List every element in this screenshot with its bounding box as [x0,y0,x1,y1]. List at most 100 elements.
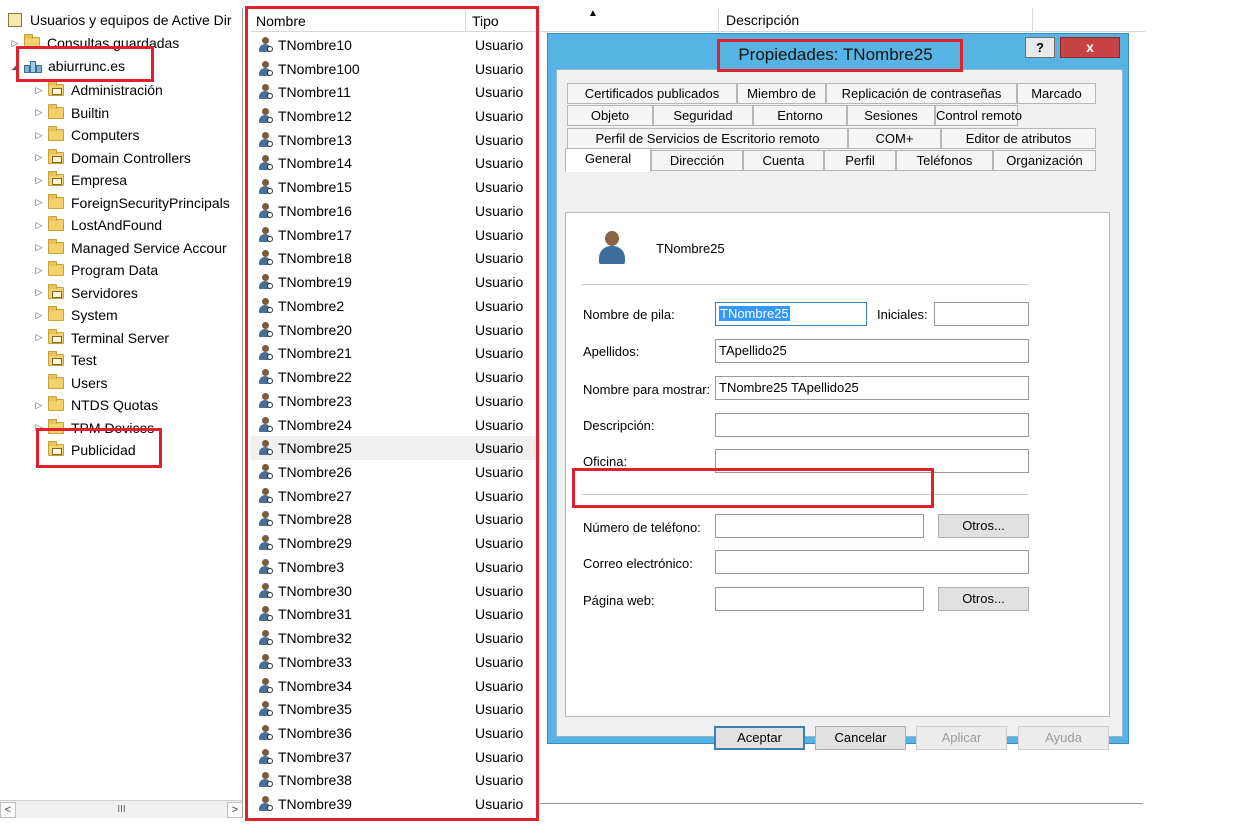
list-item[interactable]: TNombre17 Usuario [250,223,540,247]
tree-horizontal-scrollbar[interactable]: < III > [0,800,242,818]
list-item[interactable]: TNombre22 Usuario [250,365,540,389]
tab-cuenta[interactable]: Cuenta [743,150,824,171]
list-item[interactable]: TNombre29 Usuario [250,531,540,555]
tree-item-builtin[interactable]: ▷ Builtin [34,103,109,123]
list-item[interactable]: TNombre31 Usuario [250,603,540,627]
tree-item-administraci-n[interactable]: ▷ Administración [34,80,163,100]
tree-item-foreignsecurityprincipals[interactable]: ▷ ForeignSecurityPrincipals [34,193,230,213]
tab-replicacion-de-contrasenas[interactable]: Replicación de contraseñas [826,83,1017,104]
tab-com[interactable]: COM+ [848,128,941,149]
tab-control-remoto[interactable]: Control remoto [935,105,1022,126]
tree-item-program-data[interactable]: ▷ Program Data [34,260,158,280]
display-name-field[interactable]: TNombre25 TApellido25 [715,376,1029,400]
tree-item-tpm-devices[interactable]: ▷ TPM Devices [34,418,154,438]
tree-item-computers[interactable]: ▷ Computers [34,125,139,145]
expand-arrow-icon[interactable]: ▷ [34,310,44,321]
list-item[interactable]: TNombre10 Usuario [250,33,540,57]
list-item[interactable]: TNombre12 Usuario [250,104,540,128]
description-field[interactable] [715,413,1029,437]
list-item[interactable]: TNombre15 Usuario [250,175,540,199]
tree-item-empresa[interactable]: ▷ Empresa [34,170,127,190]
expand-arrow-icon[interactable]: ▷ [34,85,44,96]
list-item[interactable]: TNombre30 Usuario [250,579,540,603]
scroll-left-icon[interactable]: < [0,801,16,818]
tab-perfil-de-servicios-de-escritorio-remoto[interactable]: Perfil de Servicios de Escritorio remoto [567,128,848,149]
list-item[interactable]: TNombre39 Usuario [250,792,540,816]
office-field[interactable] [715,449,1029,473]
list-item[interactable]: TNombre35 Usuario [250,697,540,721]
tab-certificados-publicados[interactable]: Certificados publicados [567,83,737,104]
list-item[interactable]: TNombre18 Usuario [250,247,540,271]
expand-arrow-icon[interactable]: ▷ [34,130,44,141]
expand-arrow-icon[interactable]: ▷ [34,107,44,118]
expand-arrow-icon[interactable]: ▷ [34,332,44,343]
column-header-name[interactable]: Nombre [250,10,466,32]
tab-marcado[interactable]: Marcado [1017,83,1096,104]
initials-field[interactable] [934,302,1029,326]
tab-editor-de-atributos[interactable]: Editor de atributos [941,128,1096,149]
tree-item-lostandfound[interactable]: ▷ LostAndFound [34,215,162,235]
scroll-thumb[interactable]: III [27,803,217,817]
list-item[interactable]: TNombre13 Usuario [250,128,540,152]
tab-miembro-de[interactable]: Miembro de [737,83,826,104]
expand-arrow-icon[interactable]: ▷ [34,242,44,253]
list-item[interactable]: TNombre37 Usuario [250,745,540,769]
help-button[interactable]: ? [1025,37,1055,58]
expand-arrow-icon[interactable]: ▷ [34,422,44,433]
tab-entorno[interactable]: Entorno [753,105,847,126]
tree-item-ntds-quotas[interactable]: ▷ NTDS Quotas [34,395,158,415]
scroll-right-icon[interactable]: > [227,801,242,818]
last-name-field[interactable]: TApellido25 [715,339,1029,363]
tree-item-saved-queries[interactable]: ▷ Consultas guardadas [10,33,179,53]
expand-arrow-icon[interactable]: ▷ [34,152,44,163]
tab-telefonos[interactable]: Teléfonos [896,150,993,171]
tree-item-system[interactable]: ▷ System [34,305,118,325]
tree-item-servidores[interactable]: ▷ Servidores [34,283,138,303]
list-item[interactable]: TNombre100 Usuario [250,57,540,81]
ok-button[interactable]: Aceptar [714,726,805,750]
tree-item-terminal-server[interactable]: ▷ Terminal Server [34,328,169,348]
tree-item-users[interactable]: Users [34,373,108,393]
expand-arrow-icon[interactable]: ▷ [34,400,44,411]
expand-arrow-icon[interactable]: ▷ [34,175,44,186]
tree-item-publicidad[interactable]: Publicidad [34,440,136,460]
tree-item-managed-service-accour[interactable]: ▷ Managed Service Accour [34,238,227,258]
list-item[interactable]: TNombre28 Usuario [250,508,540,532]
list-item[interactable]: TNombre36 Usuario [250,721,540,745]
list-item[interactable]: TNombre32 Usuario [250,626,540,650]
list-item[interactable]: TNombre26 Usuario [250,460,540,484]
tab-objeto[interactable]: Objeto [567,105,653,126]
list-item[interactable]: TNombre23 Usuario [250,389,540,413]
list-item[interactable]: TNombre34 Usuario [250,674,540,698]
expand-arrow-icon[interactable]: ▷ [34,220,44,231]
list-item[interactable]: TNombre21 Usuario [250,341,540,365]
first-name-field[interactable]: TNombre25 [715,302,867,326]
email-field[interactable] [715,550,1029,574]
expand-arrow-icon[interactable]: ▷ [10,38,20,49]
list-item[interactable]: TNombre25 Usuario [250,436,540,461]
list-item[interactable]: TNombre24 Usuario [250,413,540,437]
close-button[interactable]: x [1060,37,1120,58]
web-others-button[interactable]: Otros... [938,587,1029,611]
list-item[interactable]: TNombre38 Usuario [250,769,540,793]
tab-direccion[interactable]: Dirección [651,150,743,171]
tab-general[interactable]: General [565,148,651,172]
expand-arrow-icon[interactable]: ▷ [34,197,44,208]
list-item[interactable]: TNombre27 Usuario [250,484,540,508]
list-item[interactable]: TNombre20 Usuario [250,318,540,342]
web-page-field[interactable] [715,587,924,611]
column-header-description[interactable]: Descripción [726,12,799,28]
column-header-type[interactable]: Tipo [466,10,540,32]
list-item[interactable]: TNombre11 Usuario [250,80,540,104]
list-item[interactable]: TNombre33 Usuario [250,650,540,674]
tab-organizacion[interactable]: Organización [993,150,1096,171]
list-item[interactable]: TNombre19 Usuario [250,270,540,294]
collapse-arrow-icon[interactable]: ◢ [10,61,20,72]
tree-root[interactable]: Usuarios y equipos de Active Dir [8,10,232,30]
list-item[interactable]: TNombre16 Usuario [250,199,540,223]
phone-field[interactable] [715,514,924,538]
tab-seguridad[interactable]: Seguridad [653,105,753,126]
list-item[interactable]: TNombre14 Usuario [250,152,540,176]
tab-perfil[interactable]: Perfil [824,150,896,171]
help-dialog-button[interactable]: Ayuda [1018,726,1109,750]
